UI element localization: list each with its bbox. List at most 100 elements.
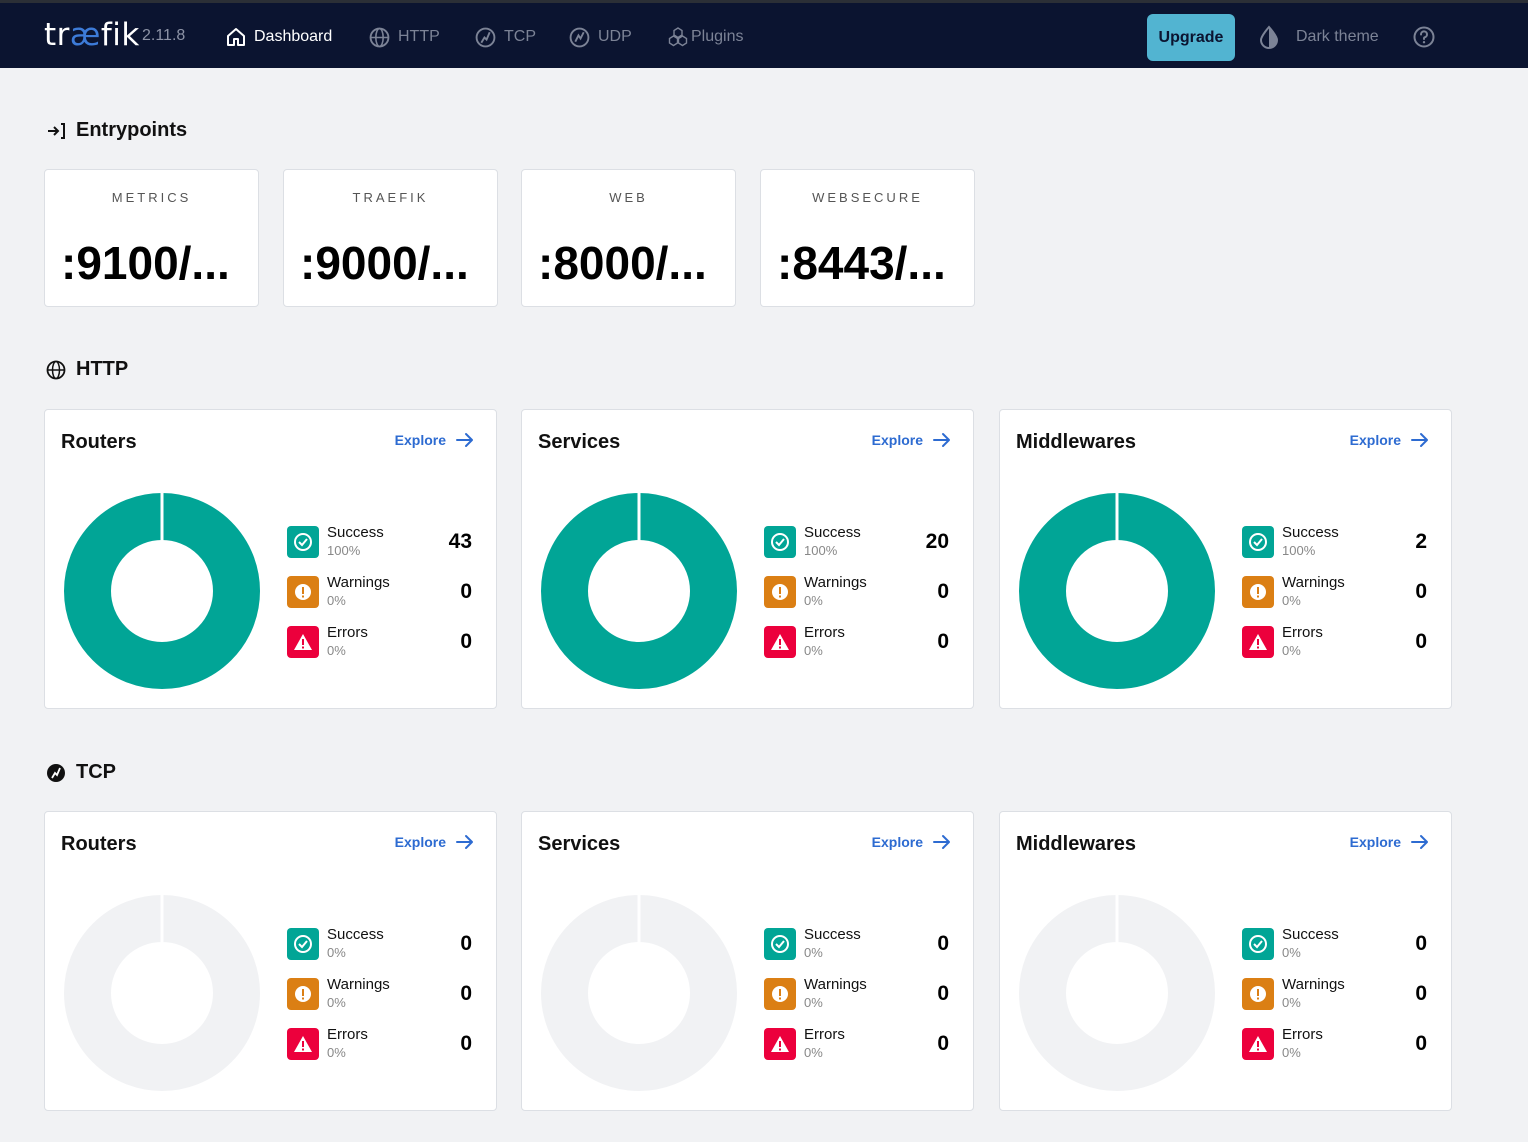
tcp-middlewares-panel: Middlewares Explore Success 0% 0 Warning… [999,811,1452,1111]
arrow-right-icon [1411,835,1428,849]
warning-icon [1242,576,1274,608]
nav-http-label: HTTP [398,28,440,45]
legend-count: 0 [1415,1032,1427,1055]
nav-tcp[interactable]: TCP [475,23,536,51]
explore-label: Explore [871,432,923,448]
legend-success: Success 0% 0 [764,926,954,976]
explore-link[interactable]: Explore [872,834,951,850]
entrypoint-name: METRICS [111,190,192,205]
legend-count: 43 [448,530,472,553]
http-services-panel: Services Explore Success 100% 20 Warning… [521,409,974,709]
tcp-icon [475,27,496,47]
legend-percent: 0% [1282,945,1301,960]
legend-label: Success [1282,926,1339,943]
top-nav-bar: træfik 2.11.8 Dashboard HTTP TCP UDP Plu… [0,0,1528,68]
legend-count: 0 [937,982,949,1005]
legend-percent: 100% [804,543,838,558]
legend-count: 0 [1415,580,1427,603]
explore-link[interactable]: Explore [395,834,474,850]
explore-link[interactable]: Explore [1350,834,1429,850]
legend-percent: 0% [1282,1045,1301,1060]
status-legend: Success 0% 0 Warnings 0% 0 Errors 0% 0 [287,926,477,1076]
legend-percent: 0% [804,945,823,960]
panel-title: Services [538,833,621,855]
panel-title: Middlewares [1016,833,1137,855]
nav-udp[interactable]: UDP [569,23,632,51]
plugins-icon [668,27,688,47]
explore-label: Explore [1349,834,1401,850]
upgrade-button[interactable]: Upgrade [1147,14,1235,61]
warning-icon [764,576,796,608]
status-donut-chart [541,894,737,1091]
explore-link[interactable]: Explore [395,432,474,448]
legend-percent: 0% [327,995,346,1010]
arrow-right-icon [456,835,473,849]
entrypoint-address: :9100/... [61,237,230,289]
legend-label: Success [327,926,384,943]
success-check-icon [764,928,796,960]
legend-success: Success 100% 43 [287,524,477,574]
success-check-icon [287,526,319,558]
error-triangle-icon [287,626,319,658]
legend-count: 0 [1415,630,1427,653]
version-label: 2.11.8 [142,27,186,44]
legend-errors: Errors 0% 0 [1242,624,1432,674]
legend-percent: 0% [327,945,346,960]
error-triangle-icon [1242,626,1274,658]
legend-label: Errors [1282,1026,1323,1043]
legend-percent: 0% [327,1045,346,1060]
entrypoint-card-traefik: TRAEFIK :9000/... [283,169,498,307]
entrypoints-title: Entrypoints [76,119,188,141]
status-legend: Success 0% 0 Warnings 0% 0 Errors 0% 0 [1242,926,1432,1076]
nav-dashboard[interactable]: Dashboard [226,23,332,51]
legend-label: Warnings [327,574,390,591]
arrow-right-icon [933,433,950,447]
explore-label: Explore [394,432,446,448]
http-middlewares-panel: Middlewares Explore Success 100% 2 Warni… [999,409,1452,709]
help-icon [1413,26,1435,48]
legend-count: 0 [460,932,472,955]
legend-count: 0 [460,580,472,603]
legend-label: Success [1282,524,1339,541]
home-icon [227,28,245,46]
http-heading: HTTP [46,358,128,381]
legend-percent: 0% [804,995,823,1010]
warning-icon [287,576,319,608]
error-triangle-icon [764,626,796,658]
legend-warnings: Warnings 0% 0 [287,574,477,624]
help-button[interactable] [1413,26,1435,53]
legend-percent: 0% [1282,643,1301,658]
explore-link[interactable]: Explore [872,432,951,448]
explore-link[interactable]: Explore [1350,432,1429,448]
legend-errors: Errors 0% 0 [1242,1026,1432,1076]
legend-success: Success 0% 0 [287,926,477,976]
status-legend: Success 100% 2 Warnings 0% 0 Errors 0% 0 [1242,524,1432,674]
legend-warnings: Warnings 0% 0 [764,976,954,1026]
warning-icon [287,978,319,1010]
legend-label: Warnings [327,976,390,993]
explore-label: Explore [1349,432,1401,448]
legend-count: 0 [1415,932,1427,955]
explore-label: Explore [394,834,446,850]
legend-label: Warnings [804,574,867,591]
legend-label: Warnings [1282,574,1345,591]
legend-percent: 0% [327,643,346,658]
traefik-logo[interactable]: træfik [44,17,140,53]
legend-label: Success [804,524,861,541]
status-donut-chart [64,492,260,689]
dark-theme-toggle[interactable]: Dark theme [1258,25,1379,49]
tcp-icon [47,763,65,782]
legend-label: Warnings [804,976,867,993]
legend-percent: 0% [1282,593,1301,608]
legend-errors: Errors 0% 0 [764,624,954,674]
legend-label: Errors [804,1026,845,1043]
arrow-right-icon [933,835,950,849]
entrypoint-name: TRAEFIK [352,190,429,205]
legend-label: Errors [327,624,368,641]
panel-title: Services [538,431,621,453]
nav-http[interactable]: HTTP [369,23,440,51]
nav-plugins[interactable]: Plugins [667,23,743,51]
entrypoint-address: :8443/... [777,237,946,289]
legend-success: Success 100% 20 [764,524,954,574]
nav-udp-label: UDP [598,28,632,45]
